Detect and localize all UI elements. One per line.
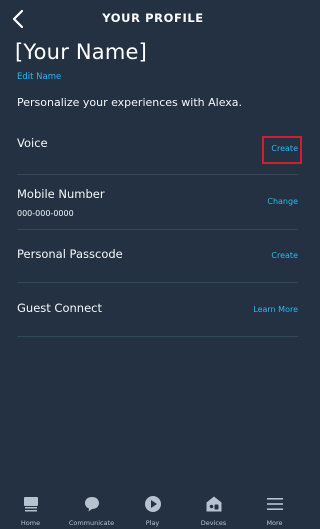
highlight-box — [262, 136, 302, 164]
divider — [17, 229, 298, 230]
page-title: YOUR PROFILE — [102, 11, 204, 25]
devices-icon — [206, 496, 221, 512]
play-icon — [144, 496, 161, 512]
nav-play-label: Play — [145, 519, 160, 527]
mobile-number-title: Mobile Number — [17, 187, 105, 201]
menu-icon — [266, 498, 283, 510]
personal-passcode-title: Personal Passcode — [17, 247, 123, 261]
guest-connect-title: Guest Connect — [17, 301, 102, 315]
nav-devices[interactable]: Devices — [183, 488, 244, 529]
voice-row: Voice Create — [17, 136, 298, 191]
mobile-number-change-button[interactable]: Change — [267, 196, 298, 208]
home-icon — [23, 497, 38, 512]
guest-connect-learn-more-link[interactable]: Learn More — [253, 304, 298, 316]
divider — [17, 174, 298, 175]
mobile-number-value: 000-000-0000 — [17, 209, 74, 218]
guest-connect-row: Guest Connect Learn More — [17, 301, 298, 356]
profile-name: [Your Name] — [15, 40, 148, 64]
voice-title: Voice — [17, 136, 48, 150]
mobile-number-row: Mobile Number 000-000-0000 Change — [17, 187, 298, 242]
edit-name-link[interactable]: Edit Name — [17, 72, 61, 82]
divider — [17, 336, 298, 337]
personal-passcode-create-button[interactable]: Create — [271, 250, 298, 262]
profile-subtitle: Personalize your experiences with Alexa. — [17, 96, 243, 109]
nav-communicate-label: Communicate — [68, 519, 115, 527]
nav-home[interactable]: Home — [0, 488, 61, 529]
header: YOUR PROFILE — [0, 0, 306, 38]
nav-play[interactable]: Play — [122, 488, 183, 529]
divider — [17, 282, 298, 283]
chat-bubble-icon — [84, 497, 99, 512]
nav-more[interactable]: More — [244, 488, 305, 529]
bottom-navigation: Home Communicate Play Devices More — [0, 488, 306, 529]
nav-home-label: Home — [20, 519, 41, 527]
personal-passcode-row: Personal Passcode Create — [17, 247, 298, 302]
nav-more-label: More — [266, 519, 283, 527]
nav-communicate[interactable]: Communicate — [61, 488, 122, 529]
nav-devices-label: Devices — [200, 519, 227, 527]
